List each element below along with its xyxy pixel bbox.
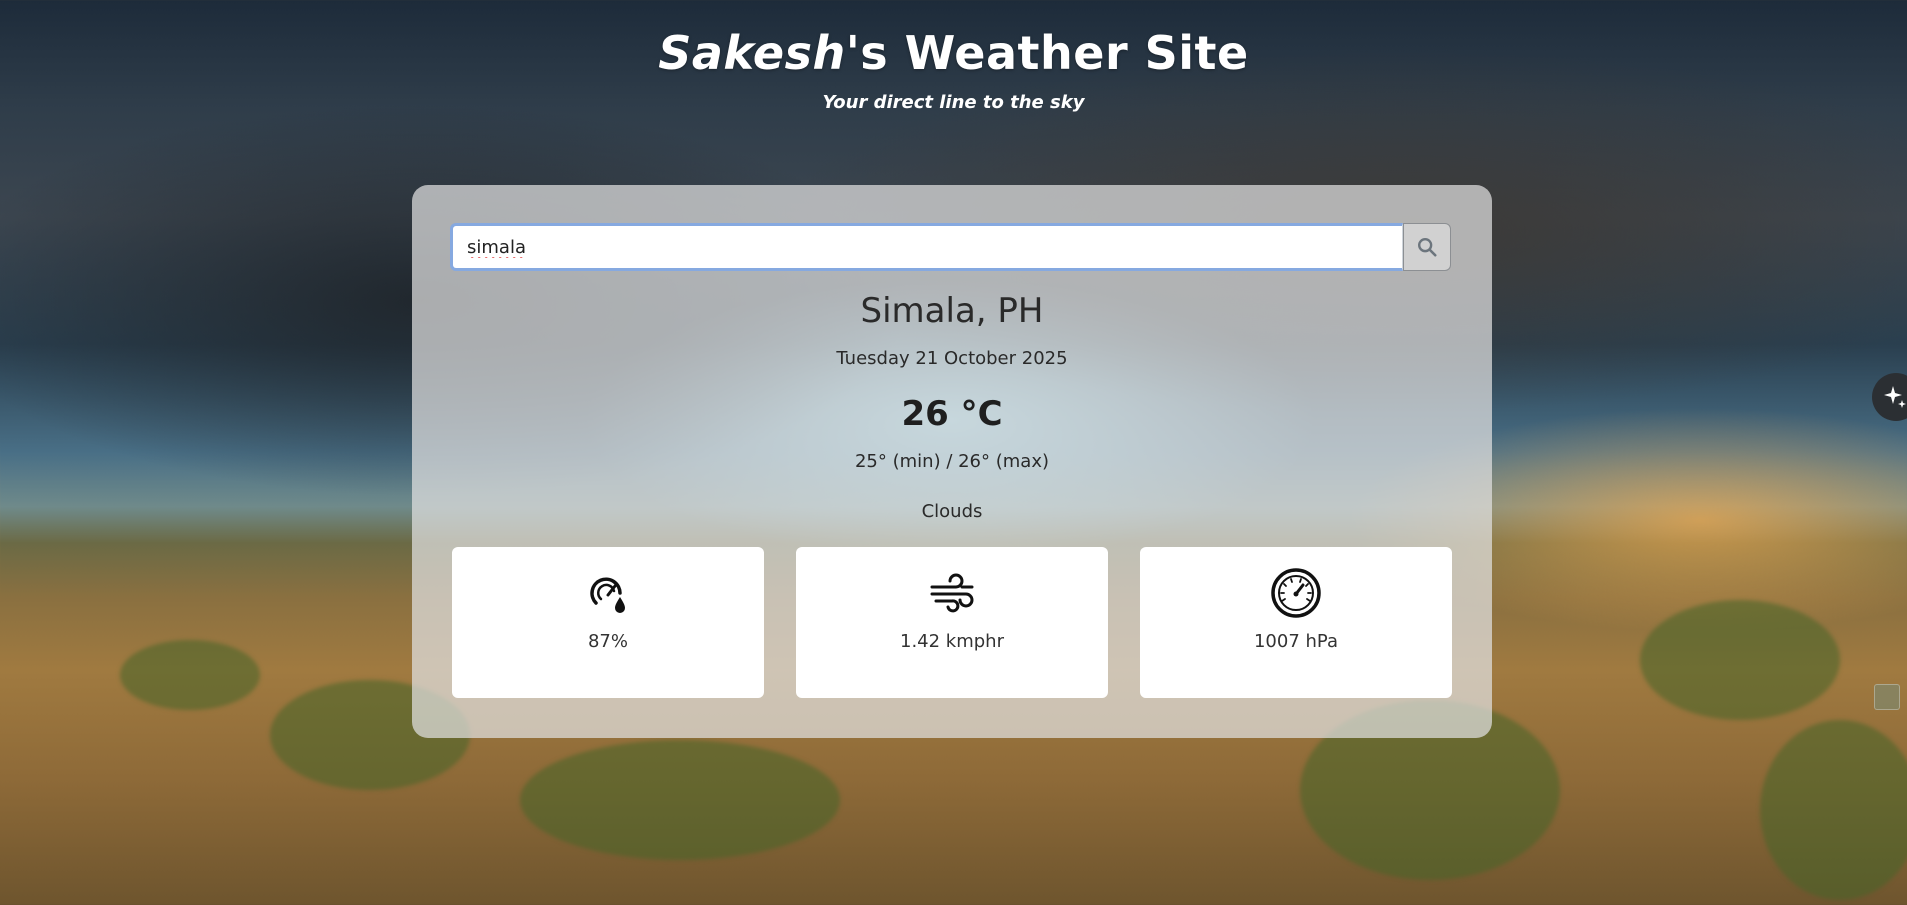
city-name: Simala, PH [860, 291, 1044, 331]
background-shrub [520, 740, 840, 860]
min-max-temperature: 25° (min) / 26° (max) [854, 451, 1049, 472]
sparkle-icon [1884, 386, 1906, 408]
search-icon [1418, 238, 1437, 257]
background-shrub [1760, 720, 1907, 900]
humidity-value: 87% [587, 631, 628, 652]
site-title-name: Sakesh [658, 26, 846, 80]
assistant-sparkle-button[interactable] [1872, 373, 1907, 421]
current-temperature: 26 °C [901, 394, 1003, 434]
expand-icon[interactable] [1874, 684, 1900, 710]
wind-value: 1.42 kmphr [900, 631, 1004, 652]
site-title: Sakesh's Weather Site [0, 26, 1907, 80]
pressure-value: 1007 hPa [1253, 631, 1338, 652]
site-title-rest: 's Weather Site [845, 26, 1249, 80]
barometer-icon [1271, 568, 1321, 618]
wind-icon [930, 573, 974, 613]
humidity-gauge-icon [590, 577, 625, 613]
current-date: Tuesday 21 October 2025 [836, 348, 1068, 369]
search-button[interactable] [1403, 223, 1451, 271]
search-bar [450, 223, 1451, 271]
background-shrub [1640, 600, 1840, 720]
weather-card: Simala, PH Tuesday 21 October 2025 26 °C… [412, 185, 1492, 738]
pressure-card: 1007 hPa [1140, 547, 1452, 698]
site-header: Sakesh's Weather Site Your direct line t… [0, 26, 1907, 113]
humidity-card: 87% [452, 547, 764, 698]
weather-condition: Clouds [921, 501, 983, 522]
site-tagline: Your direct line to the sky [822, 92, 1085, 113]
background-shrub [120, 640, 260, 710]
city-search-input[interactable] [450, 223, 1403, 271]
wind-card: 1.42 kmphr [796, 547, 1108, 698]
